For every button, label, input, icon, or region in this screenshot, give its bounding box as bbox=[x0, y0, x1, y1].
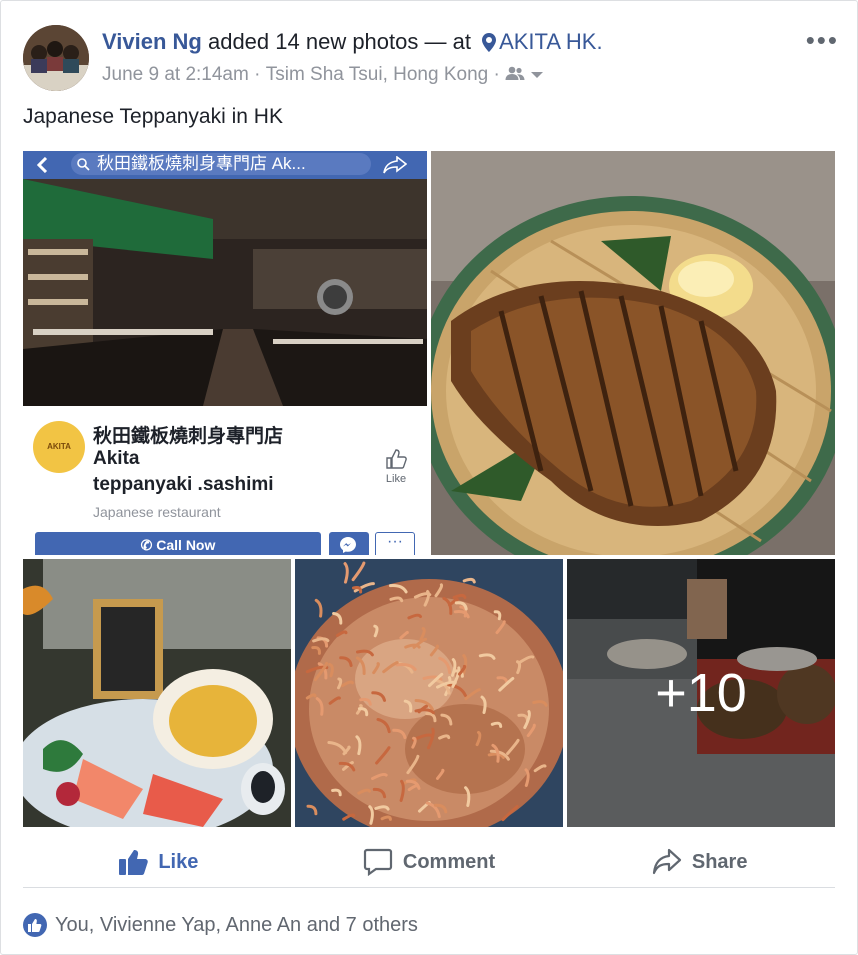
fried-shrimp-image bbox=[295, 559, 563, 827]
comment-label: Comment bbox=[402, 850, 496, 873]
more-photos-count: +10 bbox=[655, 663, 747, 723]
photo-sashimi[interactable] bbox=[23, 559, 291, 827]
fb-search-text: 秋田鐵板燒刺身專門店 Ak... bbox=[71, 153, 371, 175]
like-button[interactable]: Like bbox=[23, 837, 294, 887]
reactions-text[interactable]: You, Vivienne Yap, Anne An and 7 others bbox=[55, 914, 418, 937]
author-name[interactable]: Vivien Ng bbox=[102, 29, 202, 54]
phone-icon: ✆ bbox=[140, 537, 157, 553]
page-name-cn: 秋田鐵板燒刺身專門店 bbox=[93, 426, 284, 447]
sashimi-image bbox=[23, 559, 291, 827]
comment-button[interactable]: Comment bbox=[294, 837, 565, 887]
like-label: Like bbox=[158, 850, 199, 873]
location-suffix: . bbox=[596, 29, 603, 54]
comment-icon bbox=[363, 848, 392, 876]
post-title: Vivien Ng added 14 new photos — at AKITA… bbox=[102, 27, 792, 60]
page-more-button: ··· bbox=[375, 532, 415, 555]
photo-fried-shrimp[interactable] bbox=[295, 559, 563, 827]
action-bar: Like Comment Share bbox=[23, 837, 835, 888]
meta-separator: · bbox=[488, 64, 506, 85]
place-link[interactable]: Tsim Sha Tsui, Hong Kong bbox=[266, 64, 489, 85]
call-now-button: ✆ Call Now bbox=[35, 532, 321, 555]
share-arrow-icon bbox=[383, 156, 407, 174]
friends-icon[interactable] bbox=[505, 64, 525, 85]
page-name-en-2: teppanyaki .sashimi bbox=[93, 474, 274, 495]
action-text: added 14 new photos — at bbox=[201, 29, 478, 54]
like-reaction-icon bbox=[23, 913, 47, 937]
thumbs-up-outline-icon bbox=[386, 449, 407, 469]
post-text: Japanese Teppanyaki in HK bbox=[23, 105, 283, 128]
messenger-button bbox=[329, 532, 369, 555]
share-button[interactable]: Share bbox=[564, 837, 835, 887]
timestamp-link[interactable]: June 9 at 2:14am bbox=[102, 64, 249, 85]
more-photos-overlay: +10 bbox=[567, 559, 835, 827]
location-link[interactable]: AKITA HK bbox=[499, 29, 596, 54]
page-like-label: Like bbox=[385, 473, 407, 485]
post-meta: June 9 at 2:14am · Tsim Sha Tsui, Hong K… bbox=[102, 64, 792, 86]
more-options-icon[interactable]: ••• bbox=[806, 25, 839, 56]
post-header: Vivien Ng added 14 new photos — at AKITA… bbox=[102, 27, 792, 86]
fb-page-info: AKITA 秋田鐵板燒刺身專門店 Akita teppanyaki .sashi… bbox=[23, 406, 427, 555]
page-category: Japanese restaurant bbox=[93, 504, 221, 520]
page-like: Like bbox=[385, 448, 407, 485]
search-icon bbox=[77, 158, 90, 171]
fb-navbar: 秋田鐵板燒刺身專門店 Ak... bbox=[23, 151, 427, 179]
photo-grilled-fish[interactable] bbox=[431, 151, 835, 555]
grilled-fish-image bbox=[431, 151, 835, 555]
author-avatar[interactable] bbox=[23, 25, 89, 91]
reactions-summary[interactable]: You, Vivienne Yap, Anne An and 7 others bbox=[23, 913, 418, 937]
messenger-icon bbox=[340, 537, 356, 553]
page-name-en-1: Akita bbox=[93, 448, 140, 469]
share-icon bbox=[652, 848, 681, 875]
post-card: Vivien Ng added 14 new photos — at AKITA… bbox=[0, 0, 858, 955]
share-label: Share bbox=[691, 850, 748, 873]
akita-logo: AKITA bbox=[33, 421, 85, 473]
photo-teppanyaki-grill[interactable]: +10 bbox=[567, 559, 835, 827]
back-arrow-icon bbox=[37, 157, 48, 173]
photo-page-screenshot[interactable]: 秋田鐵板燒刺身專門店 Ak... AKITA 秋田鐵板燒刺身專門店 Akita bbox=[23, 151, 427, 555]
audience-chevron-down-icon[interactable] bbox=[530, 64, 544, 85]
restaurant-interior-image bbox=[23, 179, 427, 406]
meta-separator: · bbox=[248, 64, 266, 85]
thumbs-up-icon bbox=[119, 850, 149, 875]
location-pin-icon bbox=[482, 30, 497, 60]
